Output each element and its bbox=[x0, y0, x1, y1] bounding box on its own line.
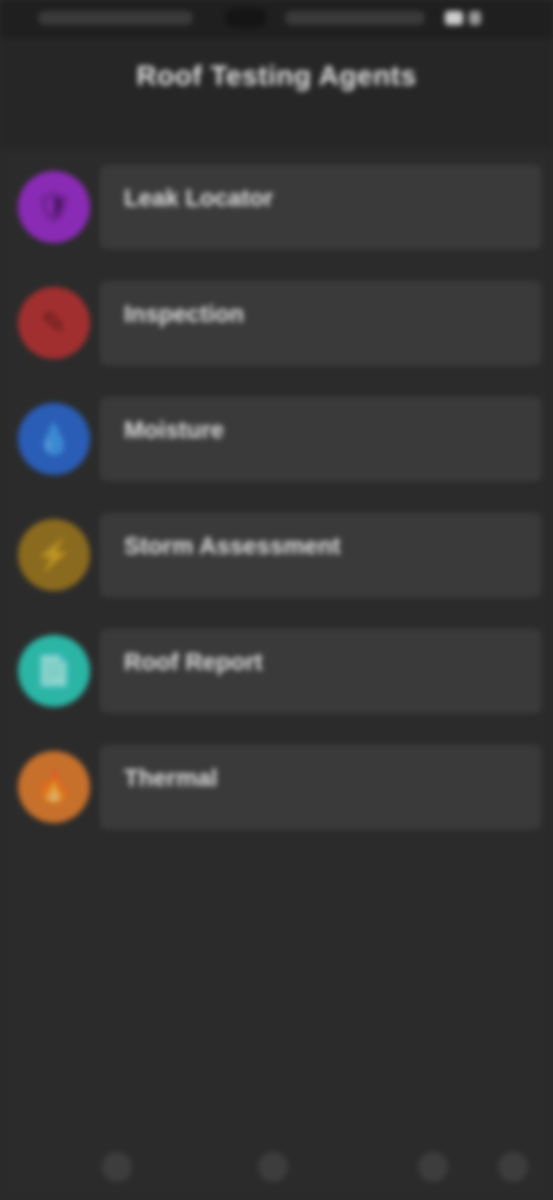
menu-nav-icon[interactable] bbox=[498, 1152, 528, 1182]
recents-nav-icon[interactable] bbox=[418, 1152, 448, 1182]
tool-icon: ✎ bbox=[18, 287, 90, 359]
list-item-label: Inspection bbox=[124, 301, 245, 328]
shield-icon: 🛡 bbox=[18, 171, 90, 243]
battery-icon bbox=[445, 9, 515, 27]
list-item-label: Thermal bbox=[124, 765, 218, 792]
system-nav-bar bbox=[0, 1132, 553, 1200]
list-item-moisture[interactable]: 💧 Moisture bbox=[14, 397, 541, 481]
list-item-leak-locator[interactable]: 🛡 Leak Locator bbox=[14, 165, 541, 249]
list-item-label: Storm Assessment bbox=[124, 533, 341, 560]
status-time-carrier bbox=[38, 11, 193, 25]
camera-notch bbox=[225, 8, 267, 28]
document-icon: 📄 bbox=[18, 635, 90, 707]
home-nav-icon[interactable] bbox=[258, 1152, 288, 1182]
drop-icon: 💧 bbox=[18, 403, 90, 475]
list-item-storm-assessment[interactable]: ⚡ Storm Assessment bbox=[14, 513, 541, 597]
list-item-label: Roof Report bbox=[124, 649, 263, 676]
list-item-roof-report[interactable]: 📄 Roof Report bbox=[14, 629, 541, 713]
back-nav-icon[interactable] bbox=[102, 1152, 132, 1182]
app-screen: Roof Testing Agents 🛡 Leak Locator ✎ Ins… bbox=[0, 0, 553, 1200]
list-item-label: Leak Locator bbox=[124, 185, 274, 212]
status-bar bbox=[0, 0, 553, 38]
list-item-label: Moisture bbox=[124, 417, 225, 444]
lightning-icon: ⚡ bbox=[18, 519, 90, 591]
app-header: Roof Testing Agents bbox=[0, 38, 553, 150]
list-item-thermal[interactable]: 🔥 Thermal bbox=[14, 745, 541, 829]
flame-icon: 🔥 bbox=[18, 751, 90, 823]
status-indicators bbox=[285, 11, 425, 25]
page-title: Roof Testing Agents bbox=[136, 60, 417, 91]
list-item-inspection[interactable]: ✎ Inspection bbox=[14, 281, 541, 365]
